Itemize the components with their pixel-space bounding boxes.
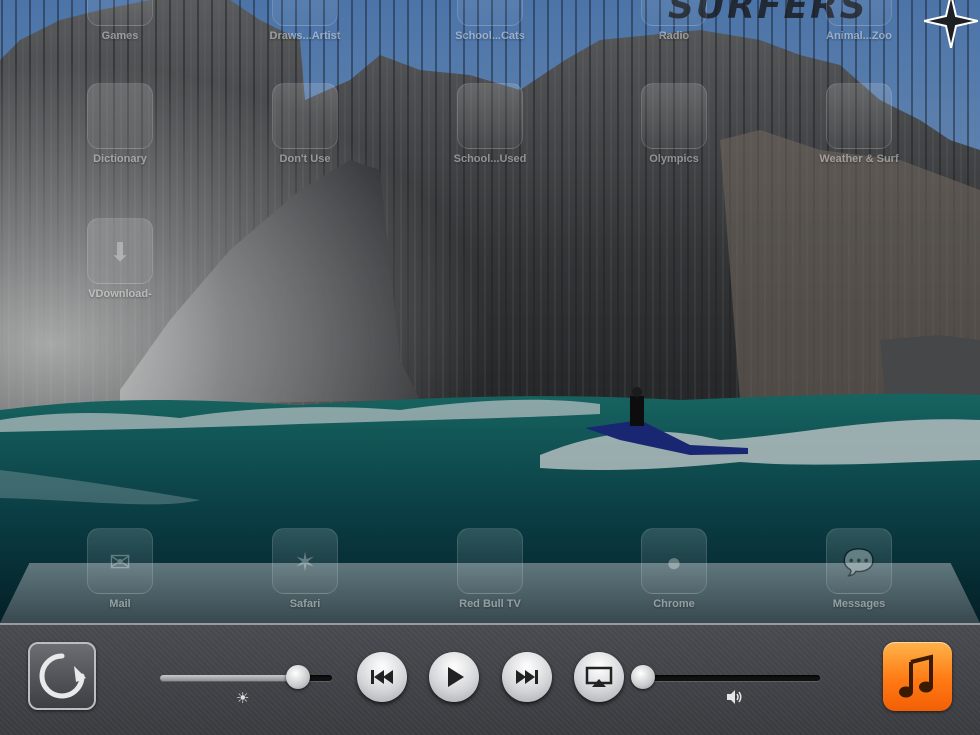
folder-icon	[87, 83, 153, 149]
folder-icon	[457, 83, 523, 149]
redbull-icon	[457, 528, 523, 594]
rotation-lock-icon	[39, 653, 86, 699]
dock-app-redbull-tv[interactable]: Red Bull TV	[435, 528, 545, 610]
app-label: Mail	[109, 598, 131, 610]
dock-app-safari[interactable]: ✶ Safari	[250, 528, 360, 610]
app-label: Animal...Zoo	[826, 30, 892, 42]
app-vdownload[interactable]: ⬇ VDownload-	[65, 218, 175, 300]
app-weather-surf[interactable]: Weather & Surf	[804, 83, 914, 165]
app-animal-zoo[interactable]: Animal...Zoo	[804, 0, 914, 42]
multitasking-control-bar	[0, 623, 980, 735]
volume-track	[643, 675, 820, 681]
folder-icon	[87, 0, 153, 26]
messages-icon: 💬	[826, 528, 892, 594]
app-label: School...Used	[453, 153, 527, 165]
brightness-slider[interactable]	[160, 665, 332, 691]
music-note-icon	[899, 654, 933, 698]
music-app-button[interactable]	[883, 642, 952, 711]
previous-track-button[interactable]	[357, 652, 407, 702]
app-label: Messages	[832, 598, 886, 610]
app-radio[interactable]: Radio	[619, 0, 729, 42]
speaker-icon	[727, 690, 742, 704]
app-label: Chrome	[653, 598, 695, 610]
app-label: Red Bull TV	[459, 598, 521, 610]
brightness-knob[interactable]	[285, 665, 310, 689]
app-label: Safari	[289, 598, 321, 610]
folder-icon	[272, 83, 338, 149]
app-olympics[interactable]: Olympics	[619, 83, 729, 165]
app-label: Radio	[658, 30, 690, 42]
app-school-used[interactable]: School...Used	[435, 83, 545, 165]
dock-app-messages[interactable]: 💬 Messages	[804, 528, 914, 610]
app-label: Draws...Artist	[269, 30, 341, 42]
app-label: VDownload-	[88, 288, 152, 300]
download-icon: ⬇	[87, 218, 153, 284]
fast-forward-icon	[516, 670, 538, 684]
next-track-button[interactable]	[502, 652, 552, 702]
app-label: School...Cats	[455, 30, 525, 42]
app-label: Dictionary	[93, 153, 147, 165]
radio-icon	[641, 0, 707, 26]
chrome-icon: ●	[641, 528, 707, 594]
app-label: Olympics	[649, 153, 699, 165]
play-icon	[448, 667, 464, 687]
mail-icon: ✉	[87, 528, 153, 594]
app-dictionary[interactable]: Dictionary	[65, 83, 175, 165]
app-label: Games	[101, 30, 139, 42]
ipad-screen: SURFERS Games Draws...Artist School...Ca…	[0, 0, 980, 735]
app-label: Don't Use	[279, 153, 331, 165]
folder-icon	[826, 83, 892, 149]
compass-star-icon	[924, 0, 978, 48]
airplay-icon	[585, 666, 613, 687]
dock-app-chrome[interactable]: ● Chrome	[619, 528, 729, 610]
brightness-sun-icon: ☀	[236, 690, 250, 707]
airplay-button[interactable]	[574, 652, 624, 702]
volume-knob[interactable]	[631, 665, 655, 689]
app-school-cats[interactable]: School...Cats	[435, 0, 545, 42]
olympics-icon	[641, 83, 707, 149]
folder-icon	[457, 0, 523, 26]
rewind-icon	[371, 670, 393, 684]
volume-slider[interactable]	[631, 665, 820, 691]
app-draws-artist[interactable]: Draws...Artist	[250, 0, 360, 42]
folder-icon	[826, 0, 892, 26]
safari-icon: ✶	[272, 528, 338, 594]
rotation-lock-button[interactable]	[28, 642, 96, 710]
app-games[interactable]: Games	[65, 0, 175, 42]
dock-app-mail[interactable]: ✉ Mail	[65, 528, 175, 610]
app-dont-use[interactable]: Don't Use	[250, 83, 360, 165]
play-button[interactable]	[429, 652, 479, 702]
app-label: Weather & Surf	[819, 153, 899, 165]
brightness-fill	[160, 675, 298, 681]
folder-icon	[272, 0, 338, 26]
